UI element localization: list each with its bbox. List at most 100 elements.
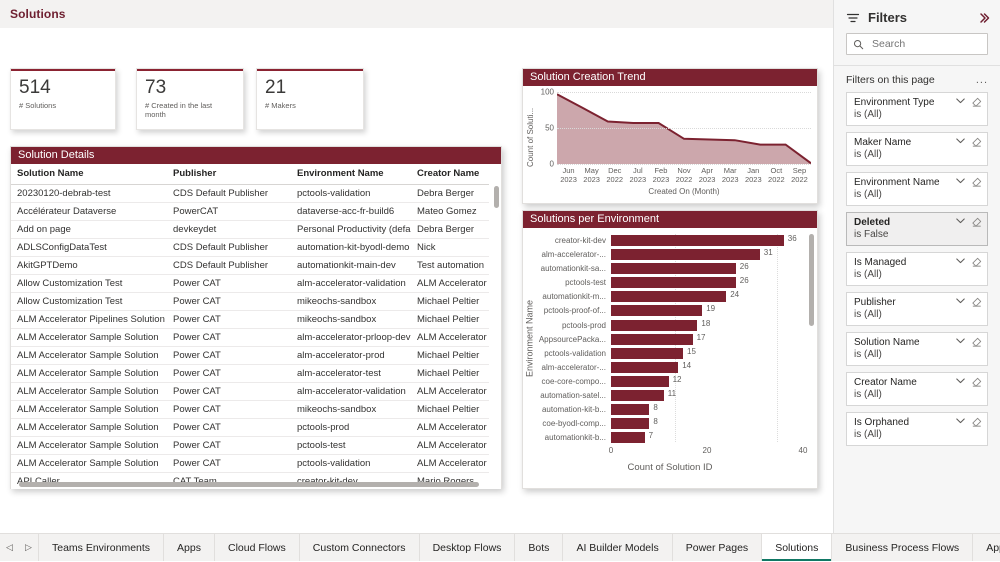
table-row[interactable]: ALM Accelerator Pipelines Solution Power … <box>11 310 489 329</box>
kpi-card-solutions[interactable]: 514 # Solutions <box>10 68 116 130</box>
clear-filter-icon[interactable] <box>971 377 982 388</box>
bar-row[interactable]: pctools-proof-of... 19 <box>537 304 803 317</box>
table-header-row[interactable]: Solution Name Publisher Environment Name Cr… <box>11 164 489 185</box>
chevron-double-right-icon[interactable] <box>978 12 990 24</box>
solution-details-table[interactable]: Solution Name Publisher Environment Name Cr… <box>11 164 489 489</box>
bar-fill[interactable] <box>611 333 693 345</box>
bar-fill[interactable] <box>611 249 760 261</box>
table-scroll-area[interactable]: Solution Name Publisher Environment Name Cr… <box>11 164 501 489</box>
filter-card-maker-name[interactable]: Maker Name is (All) <box>846 132 988 166</box>
bar-row[interactable]: pctools-test 26 <box>537 276 803 289</box>
bar-fill[interactable] <box>611 361 679 373</box>
bar-fill[interactable] <box>611 291 727 303</box>
bar-row[interactable]: automation-satel... 11 <box>537 389 803 402</box>
table-body[interactable]: 20230120-debrab-test CDS Default Publishe… <box>11 184 489 489</box>
bar-row[interactable]: automationkit-b... 7 <box>537 431 803 444</box>
filter-card-is-managed[interactable]: Is Managed is (All) <box>846 252 988 286</box>
bar-row[interactable]: alm-accelerator-... 14 <box>537 361 803 374</box>
bar-row[interactable]: creator-kit-dev 36 <box>537 234 803 247</box>
table-row[interactable]: Add on page devkeydet Personal Productivit… <box>11 220 489 239</box>
chevron-down-icon[interactable] <box>956 218 965 224</box>
solutions-per-environment-visual[interactable]: Solutions per Environment Environment Na… <box>522 210 818 489</box>
clear-filter-icon[interactable] <box>971 337 982 348</box>
filter-search-box[interactable] <box>846 33 990 55</box>
solution-creation-trend-visual[interactable]: Solution Creation Trend Count of Soluti.… <box>522 68 818 204</box>
filter-card-deleted[interactable]: Deleted is False <box>846 212 988 246</box>
filters-more-options-button[interactable]: ... <box>976 74 988 86</box>
search-input[interactable] <box>870 37 990 51</box>
bar-fill[interactable] <box>611 277 736 289</box>
bar-row[interactable]: pctools-validation 15 <box>537 347 803 360</box>
bar-rows[interactable]: creator-kit-dev 36 alm-accelerator-... 31 au… <box>537 234 803 444</box>
tab-business-process-flows[interactable]: Business Process Flows <box>831 534 972 561</box>
filter-card-environment-name[interactable]: Environment Name is (All) <box>846 172 988 206</box>
tab-prev-button[interactable]: ◁ <box>0 534 19 562</box>
table-column-header[interactable]: Environment Name <box>291 164 411 185</box>
bar-fill[interactable] <box>611 390 664 402</box>
table-row[interactable]: AkitGPTDemo CDS Default Publisher automati… <box>11 256 489 275</box>
filter-card-environment-type[interactable]: Environment Type is (All) <box>846 92 988 126</box>
bar-fill[interactable] <box>611 319 698 331</box>
trend-plot-area[interactable]: 100 50 0 <box>541 88 811 169</box>
filter-card-creator-name[interactable]: Creator Name is (All) <box>846 372 988 406</box>
table-row[interactable]: ALM Accelerator Sample Solution Power CAT… <box>11 436 489 455</box>
table-column-header[interactable]: Creator Name <box>411 164 489 185</box>
chevron-down-icon[interactable] <box>956 378 965 384</box>
chevron-down-icon[interactable] <box>956 178 965 184</box>
bar-chart-vertical-scrollbar[interactable] <box>809 234 814 326</box>
chevron-down-icon[interactable] <box>956 98 965 104</box>
bar-fill[interactable] <box>611 347 683 359</box>
table-row[interactable]: ALM Accelerator Sample Solution Power CAT… <box>11 364 489 383</box>
table-row[interactable]: Accélérateur Dataverse PowerCAT dataverse-… <box>11 202 489 221</box>
table-row[interactable]: ALM Accelerator Sample Solution Power CAT… <box>11 328 489 347</box>
chevron-down-icon[interactable] <box>956 138 965 144</box>
bar-row[interactable]: automationkit-m... 24 <box>537 290 803 303</box>
chevron-down-icon[interactable] <box>956 298 965 304</box>
bar-fill[interactable] <box>611 235 784 246</box>
filter-card-solution-name[interactable]: Solution Name is (All) <box>846 332 988 366</box>
table-row[interactable]: ADLSConfigDataTest CDS Default Publisher a… <box>11 238 489 257</box>
chevron-down-icon[interactable] <box>956 418 965 424</box>
bar-row[interactable]: coe-byodl-comp... 8 <box>537 417 803 430</box>
bar-row[interactable]: AppsourcePacka... 17 <box>537 333 803 346</box>
kpi-card-created-last-month[interactable]: 73 # Created in the last month <box>136 68 244 130</box>
table-row[interactable]: ALM Accelerator Sample Solution Power CAT… <box>11 382 489 401</box>
tab-ai-builder-models[interactable]: AI Builder Models <box>562 534 671 561</box>
table-row[interactable]: 20230120-debrab-test CDS Default Publishe… <box>11 184 489 203</box>
tab-power-pages[interactable]: Power Pages <box>671 534 761 561</box>
filter-card-is-orphaned[interactable]: Is Orphaned is (All) <box>846 412 988 446</box>
chevron-down-icon[interactable] <box>956 338 965 344</box>
tab-next-button[interactable]: ▷ <box>19 534 38 562</box>
bar-fill[interactable] <box>611 418 650 430</box>
bar-row[interactable]: alm-accelerator-... 31 <box>537 248 803 261</box>
bar-fill[interactable] <box>611 404 650 416</box>
table-column-header[interactable]: Solution Name <box>11 164 167 185</box>
table-row[interactable]: Allow Customization Test Power CAT mikeoch… <box>11 292 489 311</box>
tab-cloud-flows[interactable]: Cloud Flows <box>213 534 299 561</box>
table-row[interactable]: ALM Accelerator Sample Solution Power CAT… <box>11 400 489 419</box>
solution-details-table-visual[interactable]: Solution Details Solution Name Publisher E… <box>10 146 502 489</box>
tab-solutions[interactable]: Solutions <box>761 534 832 561</box>
bar-row[interactable]: automationkit-sa... 26 <box>537 262 803 275</box>
bar-fill[interactable] <box>611 375 669 387</box>
page-tab-bar[interactable]: ◁ ▷ Teams Environments Apps Cloud Flows Cus… <box>0 533 1000 561</box>
filter-card-publisher[interactable]: Publisher is (All) <box>846 292 988 326</box>
table-vertical-scrollbar[interactable] <box>494 186 499 208</box>
clear-filter-icon[interactable] <box>971 217 982 228</box>
tab-desktop-flows[interactable]: Desktop Flows <box>418 534 515 561</box>
bar-row[interactable]: automation-kit-b... 8 <box>537 403 803 416</box>
table-column-header[interactable]: Publisher <box>167 164 291 185</box>
bar-row[interactable]: coe-core-compo... 12 <box>537 375 803 388</box>
clear-filter-icon[interactable] <box>971 257 982 268</box>
table-row[interactable]: ALM Accelerator Sample Solution Power CAT… <box>11 346 489 365</box>
kpi-card-makers[interactable]: 21 # Makers <box>256 68 364 130</box>
tab-custom-connectors[interactable]: Custom Connectors <box>298 534 419 561</box>
table-row[interactable]: ALM Accelerator Sample Solution Power CAT… <box>11 454 489 473</box>
bar-row[interactable]: pctools-prod 18 <box>537 319 803 332</box>
bar-fill[interactable] <box>611 432 645 444</box>
tab-bots[interactable]: Bots <box>514 534 562 561</box>
tab-teams-environments[interactable]: Teams Environments <box>38 534 163 561</box>
clear-filter-icon[interactable] <box>971 177 982 188</box>
table-row[interactable]: ALM Accelerator Sample Solution Power CAT… <box>11 418 489 437</box>
clear-filter-icon[interactable] <box>971 297 982 308</box>
